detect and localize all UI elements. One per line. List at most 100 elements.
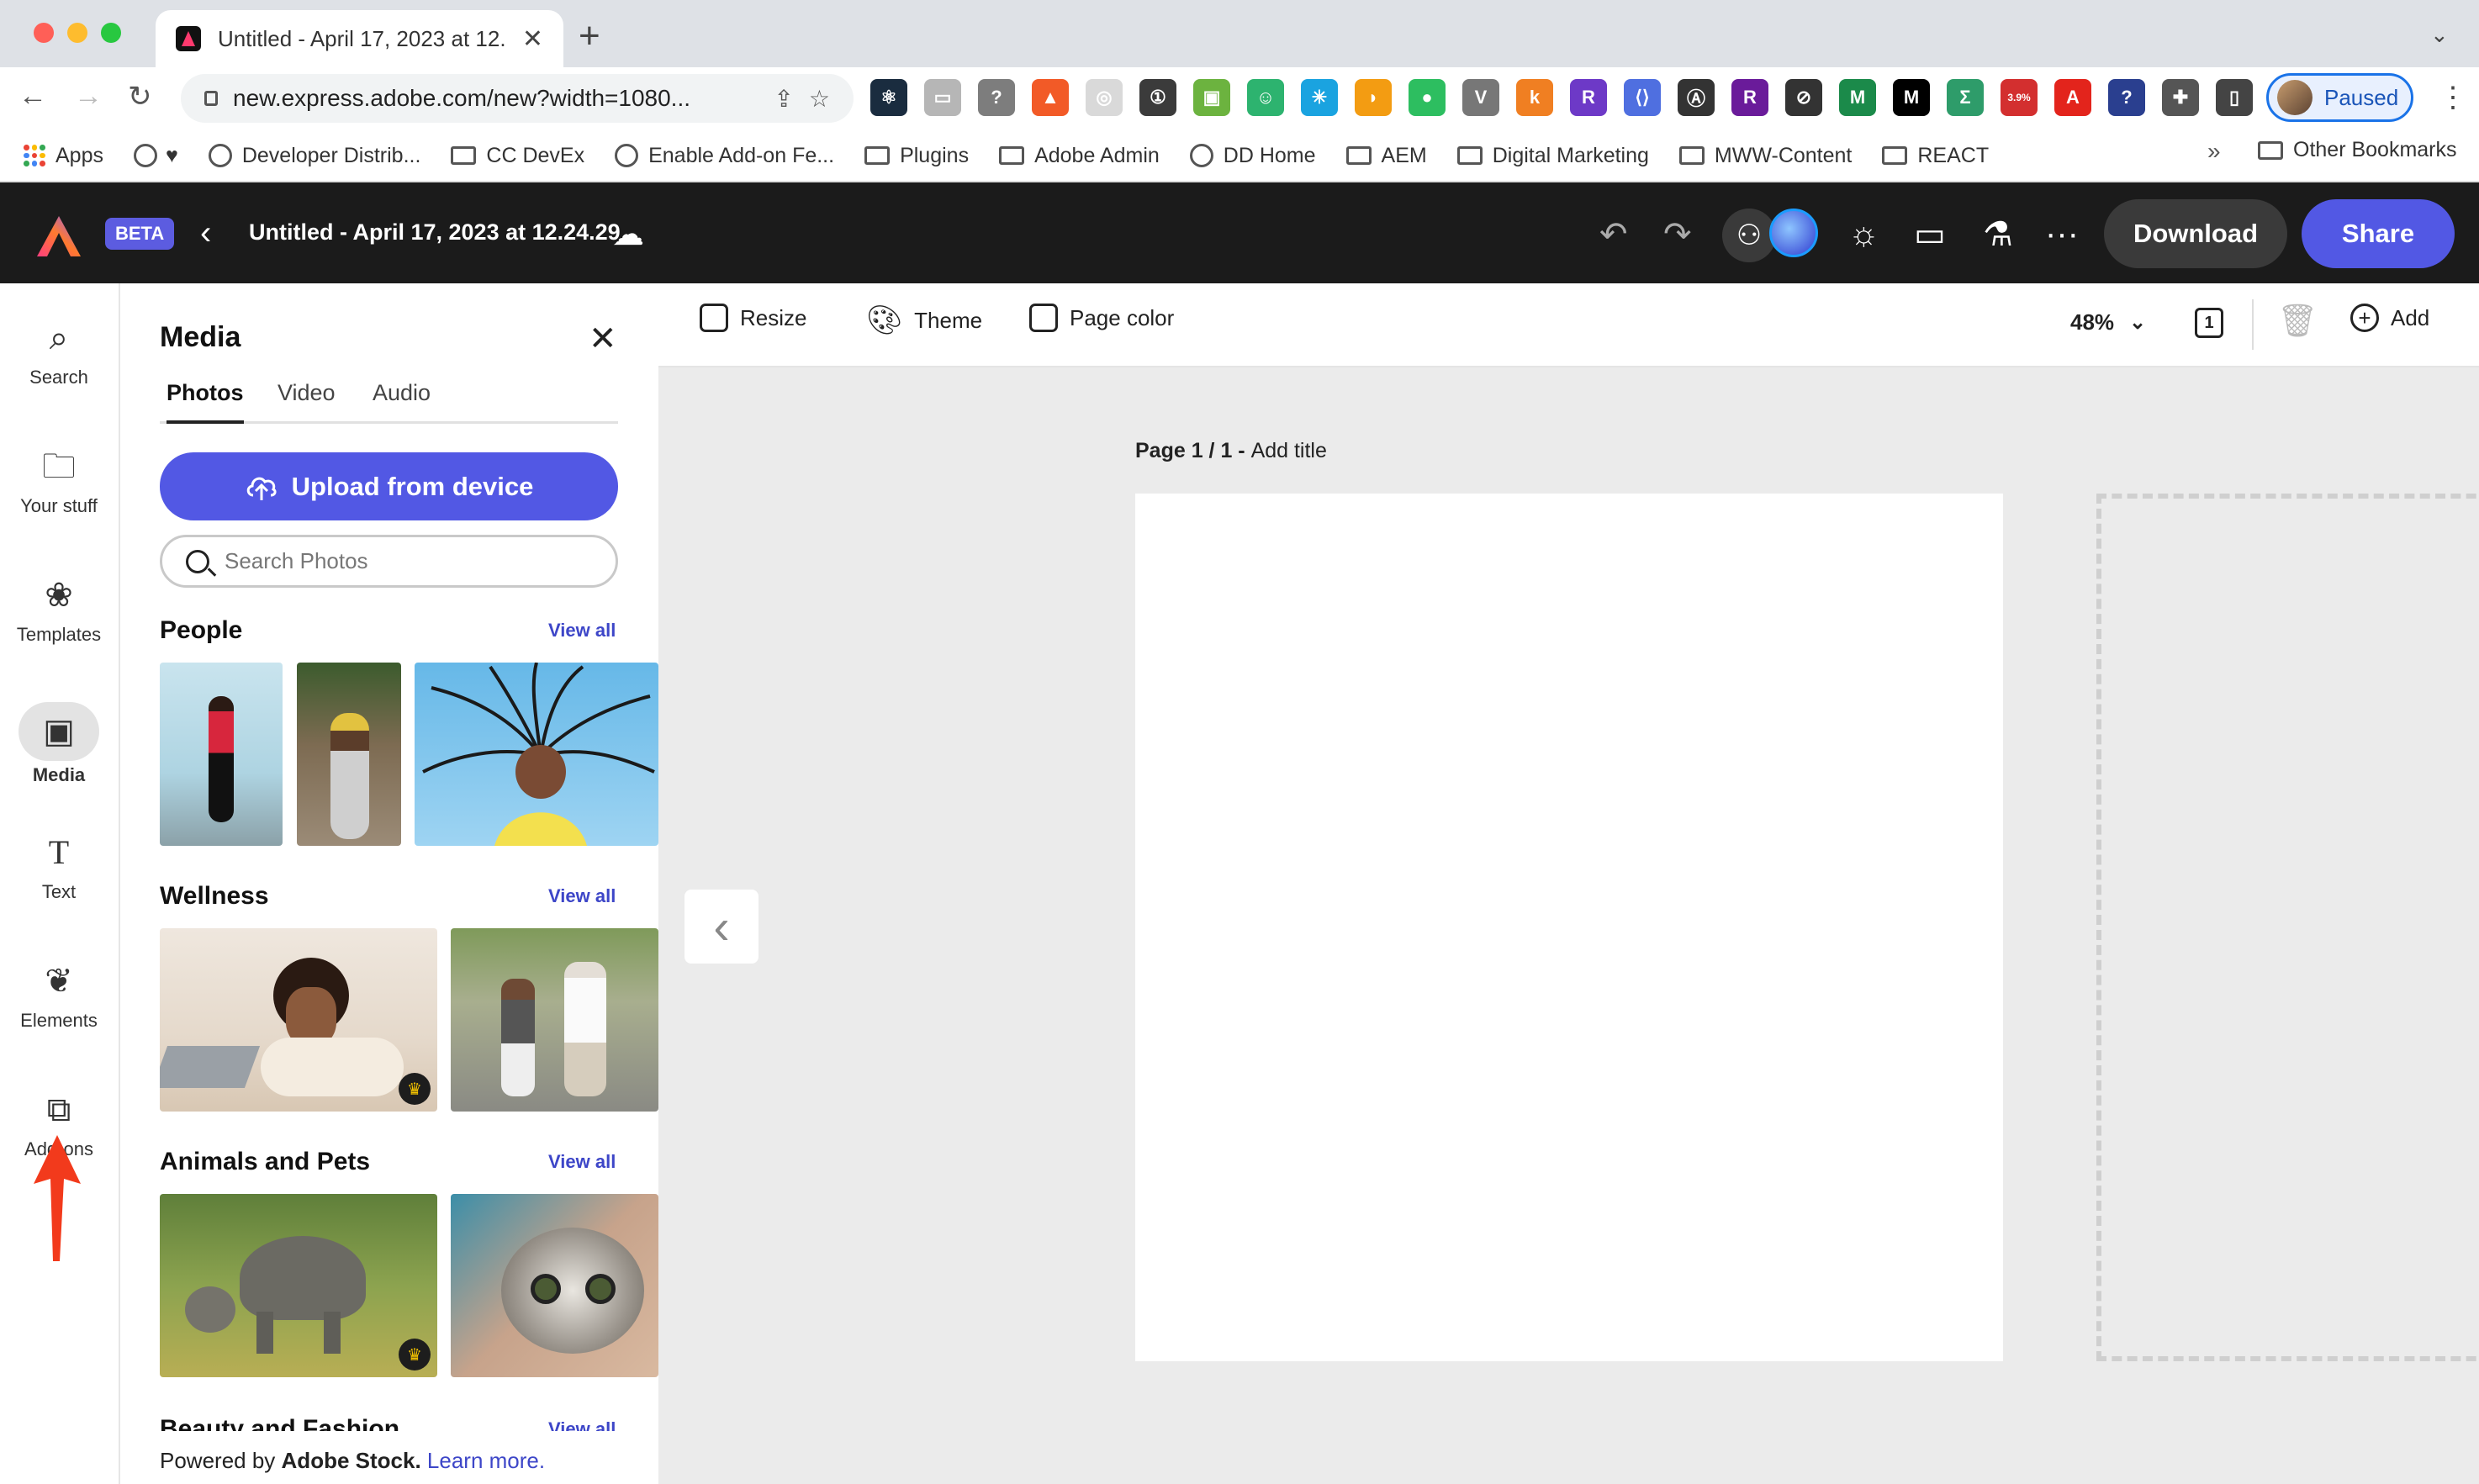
acrobat-ext-icon[interactable]: A [2054,79,2091,116]
bookmark-item[interactable]: AEM [1345,144,1427,168]
browser-menu-icon[interactable]: ⋮ [2439,81,2467,114]
add-page-button[interactable]: + Add [2350,304,2429,332]
undo-icon[interactable]: ↶ [1599,215,1628,254]
design-page[interactable] [1135,494,2003,1361]
braces-ext-icon[interactable]: ⟨⟩ [1624,79,1661,116]
puzzle-ext-icon[interactable]: ✚ [2162,79,2199,116]
tab-audio[interactable]: Audio [373,380,431,424]
rail-item-search[interactable]: ⌕ Search [0,316,118,388]
react-ext-icon[interactable]: ⚛ [870,79,907,116]
rail-item-templates[interactable]: ❀ Templates [0,573,118,646]
bookmark-item[interactable]: Enable Add-on Fe... [615,144,834,168]
onepassword-ext-icon[interactable]: ① [1139,79,1176,116]
photo-people-1[interactable] [160,663,283,846]
other-bookmarks[interactable]: Other Bookmarks [2258,138,2457,162]
help-ext-icon[interactable]: ? [978,79,1015,116]
view-all-animals-link[interactable]: View all [548,1151,616,1173]
photo-wellness-1[interactable]: ♛ [160,928,437,1112]
photo-wellness-2[interactable] [451,928,658,1112]
close-window-button[interactable] [34,23,54,43]
asterisk-ext-icon[interactable]: ✳ [1301,79,1338,116]
add-title[interactable]: Add title [1251,439,1327,462]
reload-icon[interactable]: ↻ [128,80,152,114]
bookmark-item[interactable]: DD Home [1189,144,1316,168]
document-title[interactable]: Untitled - April 17, 2023 at 12.24.29 [249,219,621,246]
view-all-wellness-link[interactable]: View all [548,885,616,907]
invite-user-icon[interactable]: ⚇ [1722,209,1776,262]
pages-icon[interactable]: 1 [2195,308,2223,338]
url-text[interactable]: new.express.adobe.com/new?width=1080... [233,85,758,112]
chat-ext-icon[interactable]: ▭ [924,79,961,116]
upload-from-device-button[interactable]: Upload from device [160,452,618,520]
lightbulb-icon[interactable]: ☼ [1848,215,1879,253]
download-button[interactable]: Download [2104,199,2287,268]
minimize-window-button[interactable] [67,23,87,43]
beaker-icon[interactable]: ⚗ [1983,215,2013,254]
trash-icon[interactable]: 🗑︎ [2277,303,2318,340]
cloud-sync-icon[interactable]: ☁ [612,215,644,253]
block-ext-icon[interactable]: ⊘ [1785,79,1822,116]
rdev-ext-icon[interactable]: R [1731,79,1768,116]
back-chevron-icon[interactable]: ‹ [200,214,211,252]
page-color-button[interactable]: Page color [1029,304,1174,332]
tab-search-chevron-icon[interactable]: ⌄ [2430,22,2449,48]
photo-animals-1[interactable]: ♛ [160,1194,437,1377]
learn-more-link[interactable]: Learn more. [427,1448,545,1473]
bookmark-item[interactable]: Digital Marketing [1456,144,1649,168]
forward-icon[interactable]: → [74,80,103,113]
photo-animals-2[interactable] [451,1194,658,1377]
view-all-beauty-link[interactable]: View all [548,1418,616,1431]
close-tab-icon[interactable]: ✕ [522,24,543,54]
bookmarks-overflow-icon[interactable]: » [2207,138,2221,165]
tab-photos[interactable]: Photos [166,380,244,424]
next-page-placeholder[interactable] [2096,494,2479,1361]
rss-ext-icon[interactable]: ◗ [1355,79,1392,116]
zoom-dropdown[interactable]: 48% ⌄ [2070,309,2146,335]
profile-button[interactable]: Paused [2266,73,2413,122]
clipboard-ext-icon[interactable]: ? [2108,79,2145,116]
rail-item-media[interactable]: ▣ Media [0,702,118,786]
sigma-ext-icon[interactable]: Σ [1947,79,1984,116]
share-button[interactable]: Share [2302,199,2455,268]
bookmark-item[interactable]: ♥ [166,144,178,168]
vue-ext-icon[interactable]: V [1462,79,1499,116]
page-label[interactable]: Page 1 / 1 - Add title [1135,439,1327,463]
photo-people-2[interactable] [297,663,401,846]
previous-page-chevron-icon[interactable]: ‹ [684,890,758,964]
search-photos-field[interactable] [160,535,618,588]
browser-tab[interactable]: Untitled - April 17, 2023 at 12.24.29 ✕ [156,10,563,67]
address-bar[interactable]: new.express.adobe.com/new?width=1080... … [181,74,854,123]
search-photos-input[interactable] [225,548,592,574]
view-all-people-link[interactable]: View all [548,620,616,642]
back-icon[interactable]: ← [18,80,47,113]
more-options-icon[interactable]: ··· [2045,215,2079,253]
rail-item-text[interactable]: T Text [0,831,118,903]
rail-item-elements[interactable]: ❦ Elements [0,959,118,1032]
rail-item-your-stuff[interactable]: 🗀︎ Your stuff [0,445,118,517]
m-black-ext-icon[interactable]: M [1893,79,1930,116]
bookmark-item[interactable]: Developer Distrib... [208,144,420,168]
collaborator-avatar[interactable] [1769,209,1818,257]
m-green-ext-icon[interactable]: M [1839,79,1876,116]
bookmark-item[interactable]: Adobe Admin [999,144,1160,168]
android-ext-icon[interactable]: ▣ [1193,79,1230,116]
comment-icon[interactable]: ▭ [1914,215,1946,254]
redo-icon[interactable]: ↷ [1663,215,1692,254]
close-panel-icon[interactable]: ✕ [589,320,617,358]
bookmark-item[interactable]: REACT [1882,144,1989,168]
green-ext-icon[interactable]: ☺ [1247,79,1284,116]
a-ext-icon[interactable]: Ⓐ [1678,79,1715,116]
adobe-express-logo-icon[interactable] [35,214,82,258]
share-page-icon[interactable]: ⇪ [774,85,793,113]
sidepanel-ext-icon[interactable]: ▯ [2216,79,2253,116]
evernote-ext-icon[interactable]: ● [1409,79,1446,116]
cookie-ext-icon[interactable]: ◎ [1086,79,1123,116]
bookmark-item[interactable]: Plugins [864,144,969,168]
resize-button[interactable]: Resize [700,304,806,332]
new-tab-icon[interactable]: + [579,15,600,57]
r-ext-icon[interactable]: R [1570,79,1607,116]
theme-button[interactable]: 🎨︎ Theme [866,304,982,337]
bookmark-item[interactable]: Apps [24,144,103,168]
stats-ext-icon[interactable]: 3.9% [2001,79,2038,116]
k-ext-icon[interactable]: k [1516,79,1553,116]
